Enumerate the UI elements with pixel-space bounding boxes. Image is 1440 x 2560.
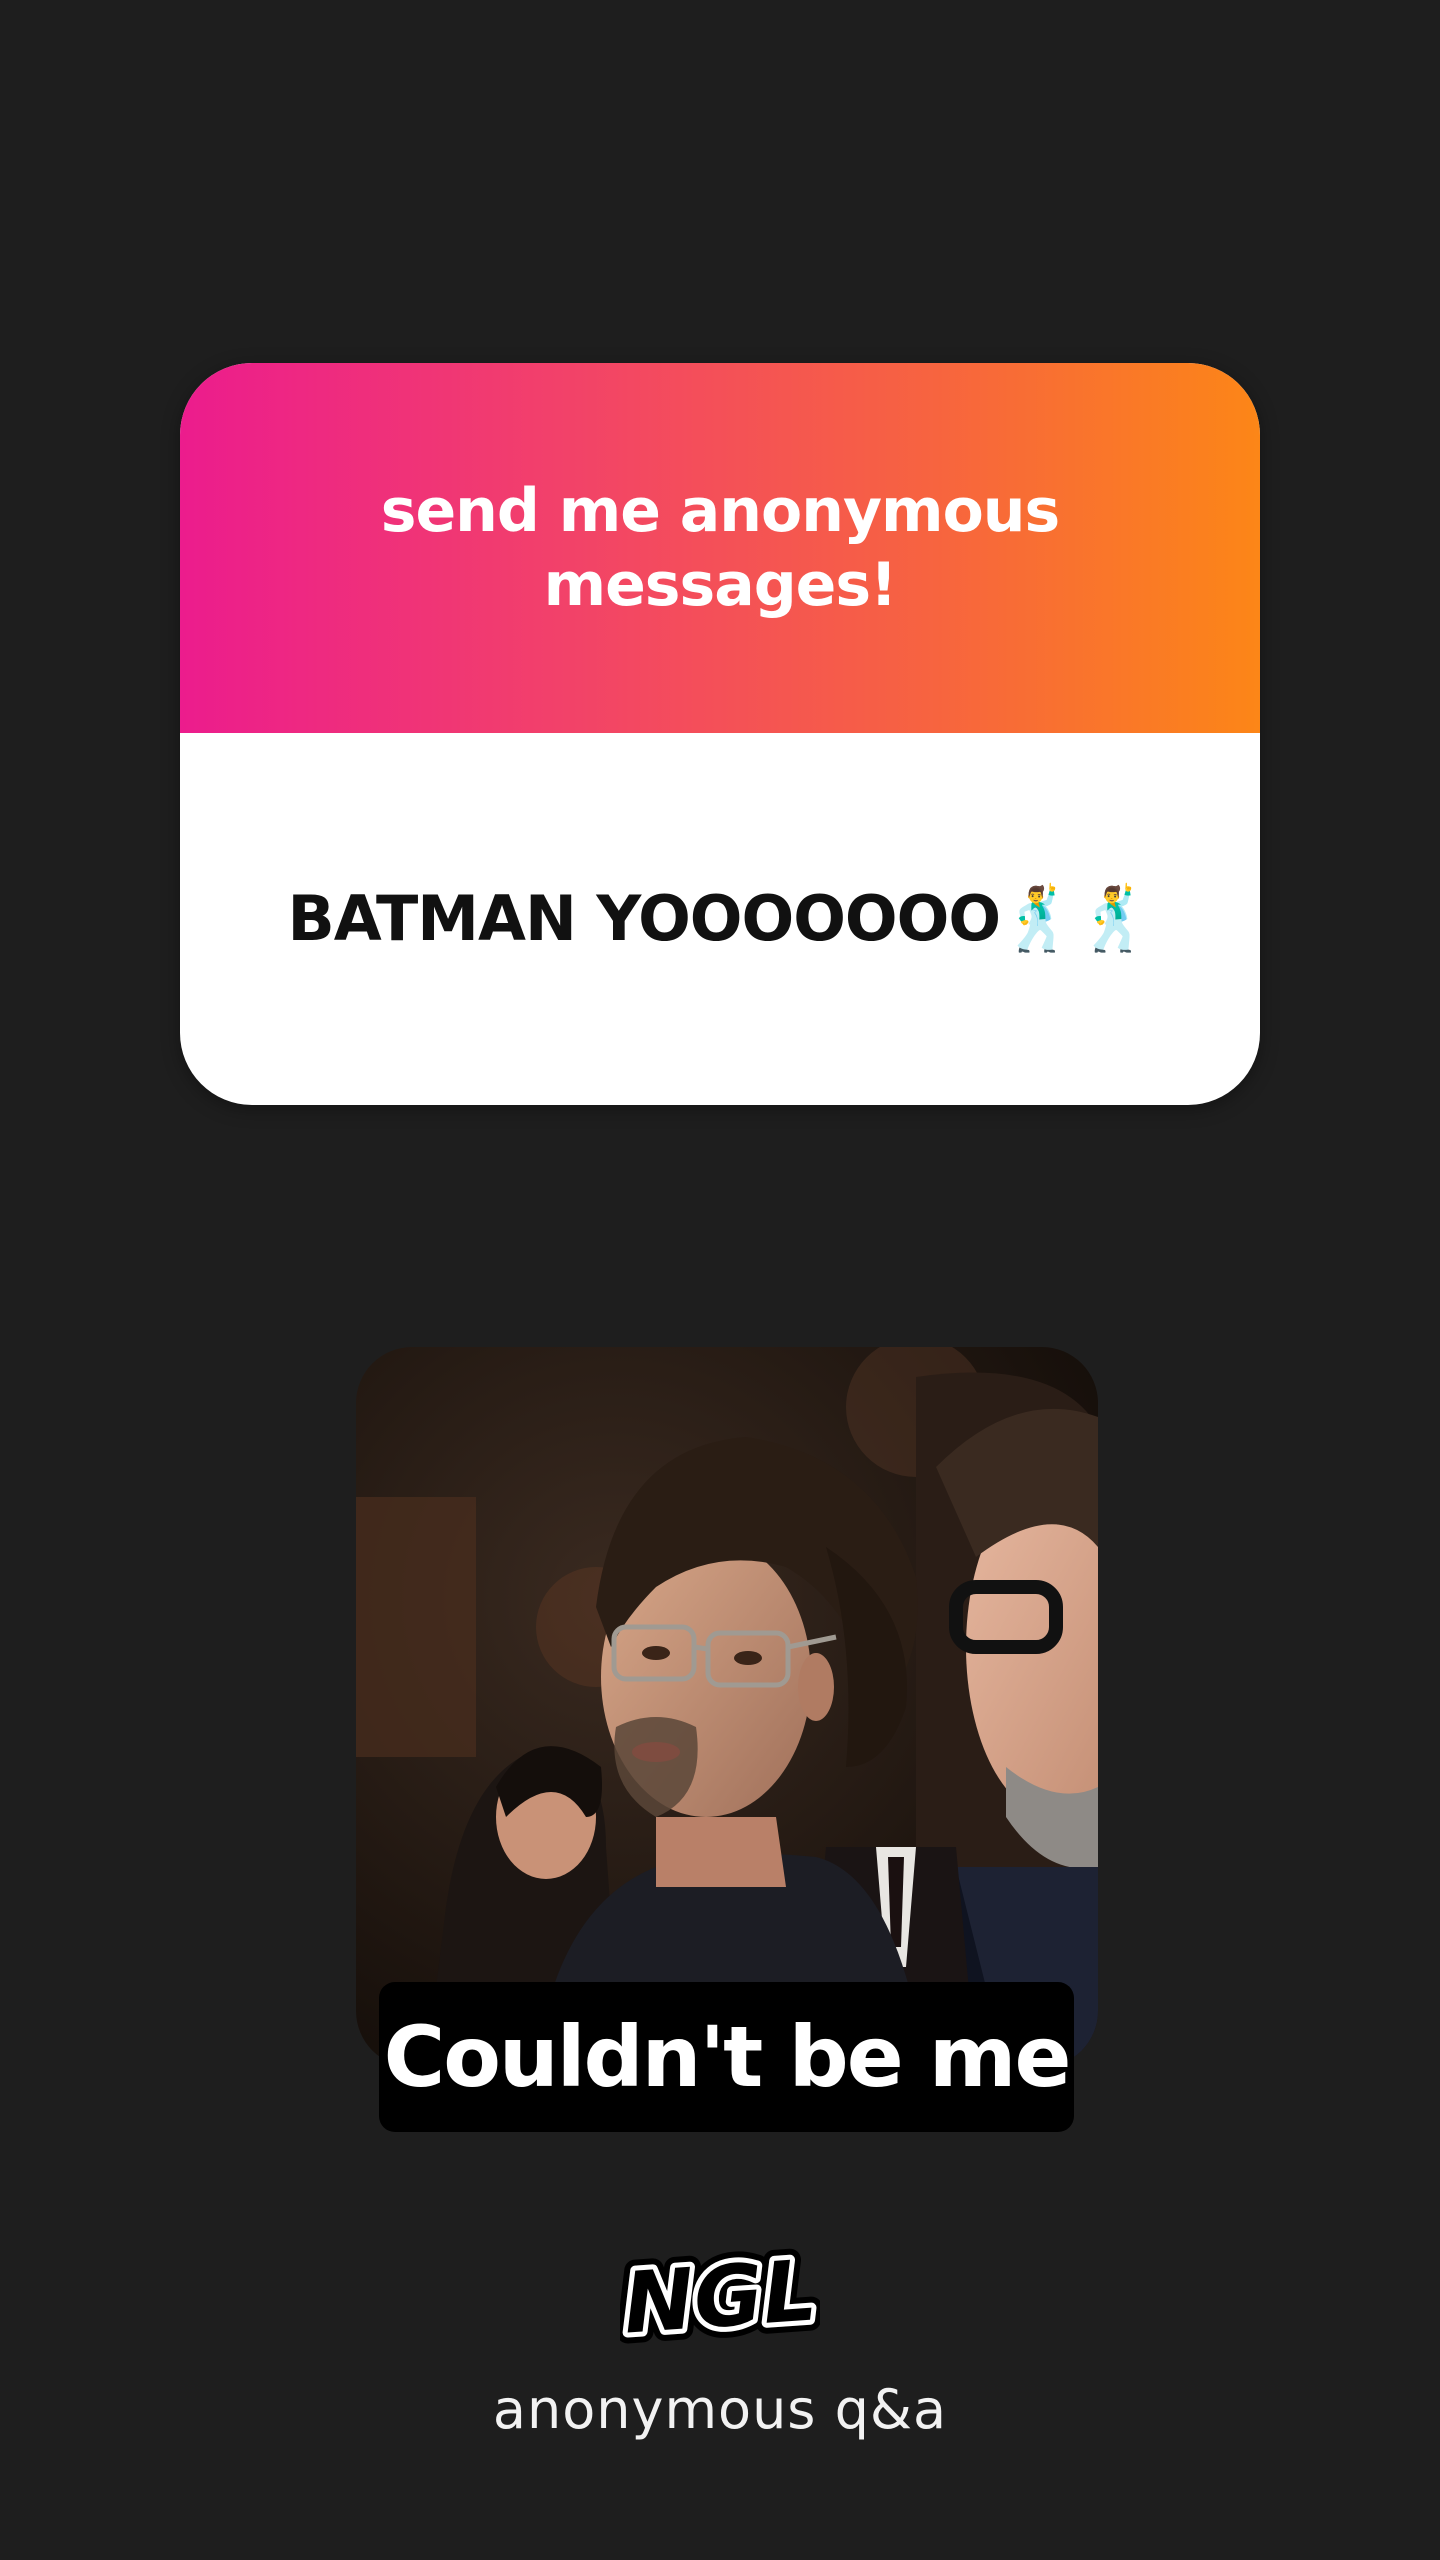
question-header: send me anonymous messages! <box>180 363 1260 733</box>
question-prompt: send me anonymous messages! <box>380 476 1060 620</box>
ngl-logo: NGL NGL NGL <box>620 2236 820 2356</box>
question-card: send me anonymous messages! BATMAN YOOOO… <box>180 363 1260 1105</box>
brand-tagline: anonymous q&a <box>492 2378 948 2441</box>
reply-photo <box>356 1347 1098 2067</box>
photo-illustration <box>356 1347 1098 2067</box>
answer-text: BATMAN YOOOOOOO🕺🕺 <box>287 882 1154 955</box>
answer-body: BATMAN YOOOOOOO🕺🕺 <box>180 733 1260 1105</box>
caption-text: Couldn't be me <box>383 2008 1072 2106</box>
ngl-logo-text: NGL <box>620 2241 819 2352</box>
reply-caption: Couldn't be me <box>379 1982 1074 2132</box>
